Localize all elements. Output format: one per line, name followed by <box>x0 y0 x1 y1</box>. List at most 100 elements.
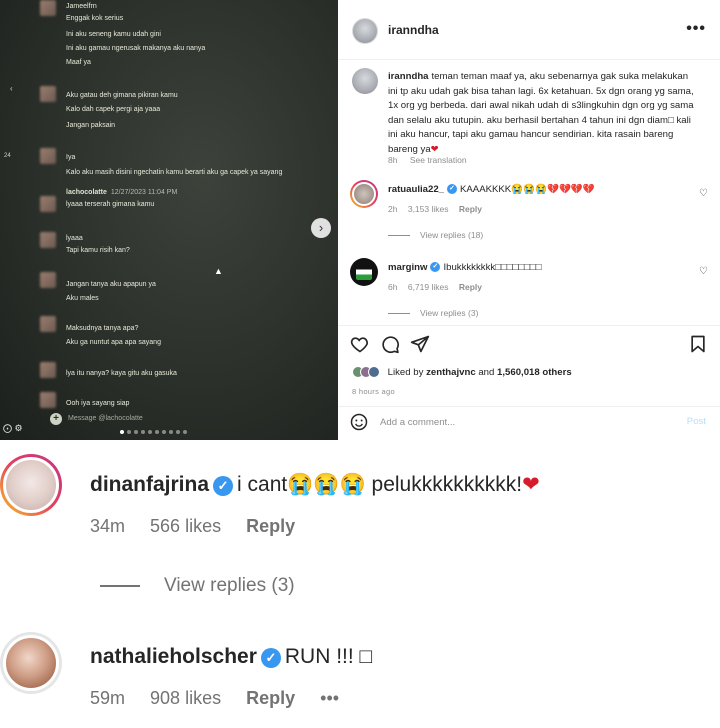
emoji-icon[interactable] <box>350 413 368 431</box>
comment-age: 34m <box>90 516 126 536</box>
comment-meta: 6h 6,719 likes Reply <box>388 282 490 292</box>
comment-text: RUN !!! □ <box>284 645 373 668</box>
comment-username[interactable]: dinanfajrina <box>90 473 209 496</box>
blurred-avatar <box>40 272 56 288</box>
zoomed-comment-body: nathalieholscher ✓ RUN !!! □ <box>90 645 372 669</box>
post-photo[interactable]: Jameelfrn Enggak kok serius Ini aku seneng… <box>0 0 338 440</box>
liked-by-prefix: Liked by <box>387 366 424 378</box>
chat-message: Ini aku gamau ngerusak makanya aku nanya <box>66 45 206 52</box>
liked-by-text: Liked by zenthajvnc and 1,560,018 others <box>388 367 572 378</box>
carousel-dot[interactable] <box>141 430 145 434</box>
carousel-dot[interactable] <box>162 430 166 434</box>
view-replies-button[interactable]: View replies (18) <box>388 230 483 240</box>
post-author-username[interactable]: iranndha <box>388 23 439 37</box>
side-count: 24 <box>4 153 11 159</box>
view-replies-button[interactable]: View replies (3) <box>388 308 478 318</box>
chat-message: Jameelfrn <box>66 3 97 10</box>
comment-likes[interactable]: 908 likes <box>150 688 221 708</box>
comment-username[interactable]: marginw <box>388 262 427 273</box>
chevron-icon: ‹ <box>10 84 13 93</box>
reply-button[interactable]: Reply <box>246 688 295 708</box>
carousel-dot[interactable] <box>134 430 138 434</box>
view-replies-label: View replies (18) <box>420 230 484 240</box>
avatar[interactable] <box>0 454 62 516</box>
avatar[interactable] <box>352 68 378 94</box>
comment-text: Ibukkkkkkkk□□□□□□□□ <box>443 262 542 273</box>
chat-message: Maaf ya <box>66 59 91 66</box>
chat-message: lyaaa <box>66 235 83 242</box>
save-bookmark-icon[interactable] <box>688 334 708 354</box>
more-options-icon[interactable]: ••• <box>686 20 706 38</box>
more-options-icon[interactable]: ••• <box>320 688 339 708</box>
zoomed-comment-meta: 34m 566 likes Reply <box>90 516 315 537</box>
heart-emoji: ❤ <box>430 143 439 155</box>
carousel-dot[interactable] <box>155 430 159 434</box>
post-actions: Liked by zenthajvnc and 1,560,018 others… <box>338 325 720 435</box>
heart-emoji: ❤ <box>522 473 540 496</box>
reply-button[interactable]: Reply <box>246 516 295 536</box>
blurred-avatar <box>40 316 56 332</box>
liked-by-count[interactable]: 1,560,018 others <box>497 367 572 378</box>
comment-age: 6h <box>388 282 398 292</box>
comment-body: marginw ✓ Ibukkkkkkkk□□□□□□□□ <box>388 262 688 273</box>
share-icon[interactable] <box>410 334 430 354</box>
reply-button[interactable]: Reply <box>459 282 482 292</box>
caption-meta: 8h See translation <box>388 155 477 165</box>
verified-badge-icon: ✓ <box>213 476 234 496</box>
view-replies-button[interactable]: View replies (3) <box>100 575 295 597</box>
carousel-indicator <box>120 430 187 434</box>
like-comment-heart-icon[interactable]: ♡ <box>699 188 708 199</box>
instagram-post-view: Jameelfrn Enggak kok serius Ini aku seneng… <box>0 0 720 440</box>
chat-message: Kalo dah capek pergi aja yaaa <box>66 106 161 113</box>
chat-message: Aku males <box>66 295 99 302</box>
chat-message: Jangan paksain <box>66 122 116 129</box>
replies-divider <box>388 313 410 315</box>
comment-likes[interactable]: 3,153 likes <box>408 204 449 214</box>
carousel-dot[interactable] <box>176 430 180 434</box>
comment-text: i cant <box>237 473 288 496</box>
comment-username[interactable]: ratuaulia22_ <box>388 184 444 195</box>
avatar[interactable] <box>352 18 378 44</box>
like-comment-heart-icon[interactable]: ♡ <box>699 266 708 277</box>
photo-message-placeholder: Message @lachocolatte <box>68 415 143 422</box>
avatar <box>368 366 380 378</box>
chat-sender-time: 12/27/2023 11:04 PM <box>110 189 178 196</box>
caption-username[interactable]: iranndha <box>388 71 429 82</box>
carousel-dot[interactable] <box>148 430 152 434</box>
reply-button[interactable]: Reply <box>459 204 482 214</box>
carousel-dot[interactable] <box>120 430 124 434</box>
crying-emoji: 😭😭😭 <box>287 473 366 496</box>
comment-meta: 2h 3,153 likes Reply <box>388 204 490 214</box>
avatar[interactable] <box>0 632 62 694</box>
avatar[interactable] <box>350 180 378 208</box>
chat-message: Kalo aku masih disini ngechatin kamu ber… <box>66 169 283 176</box>
see-translation-link[interactable]: See translation <box>410 155 467 165</box>
blurred-avatar <box>40 0 56 16</box>
caption-text: iranndha teman teman maaf ya, aku sebenar… <box>388 70 698 158</box>
headphones-icon: ⨀ <box>3 423 12 433</box>
carousel-dot[interactable] <box>127 430 131 434</box>
post-comment-button[interactable]: Post <box>687 416 706 427</box>
chat-message: Jangan tanya aku apapun ya <box>66 281 156 288</box>
comment-likes[interactable]: 6,719 likes <box>408 282 449 292</box>
heart-icon[interactable] <box>350 334 370 354</box>
add-comment-bar: Post <box>338 406 720 436</box>
comment-input[interactable] <box>380 414 660 430</box>
comment-age: 2h <box>388 204 398 214</box>
carousel-dot[interactable] <box>169 430 173 434</box>
next-slide-button[interactable]: › <box>311 218 331 238</box>
comment-likes[interactable]: 566 likes <box>150 516 221 536</box>
chat-message: lyaaa terserah gimana kamu <box>66 201 155 208</box>
comment-text-suffix: pelukkkkkkkkkk! <box>365 473 523 496</box>
zoomed-comment-meta: 59m 908 likes Reply ••• <box>90 688 359 709</box>
comment-icon[interactable] <box>380 334 400 354</box>
avatar[interactable] <box>350 258 378 286</box>
comment-age: 59m <box>90 688 126 708</box>
caption-age: 8h <box>388 155 398 165</box>
comment-username[interactable]: nathalieholscher <box>90 645 257 668</box>
blurred-avatar <box>40 392 56 408</box>
carousel-dot[interactable] <box>183 430 187 434</box>
liked-by-user[interactable]: zenthajvnc <box>426 367 476 378</box>
blurred-avatar <box>40 232 56 248</box>
replies-divider <box>100 585 140 587</box>
